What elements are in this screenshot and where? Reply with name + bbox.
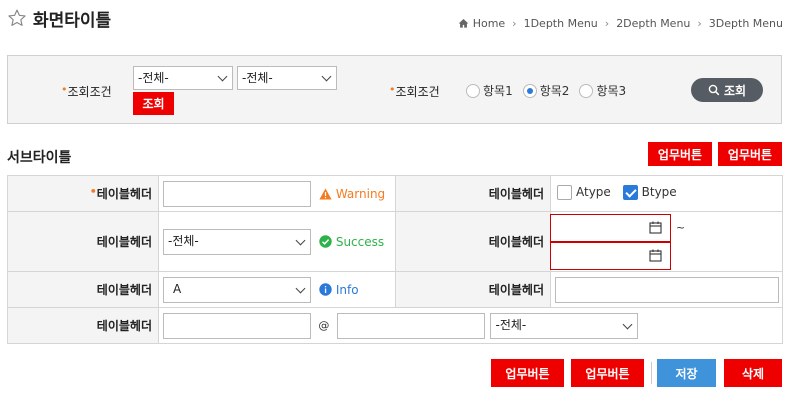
- chevron-down-icon: [295, 283, 306, 293]
- chevron-right-icon: ›: [604, 17, 610, 30]
- breadcrumb-item-2depth[interactable]: 2Depth Menu: [616, 17, 690, 30]
- search-select-2[interactable]: -전체-: [237, 66, 337, 90]
- favorite-star-icon[interactable]: [7, 8, 27, 28]
- chevron-down-icon: [295, 235, 306, 245]
- footer-action-button-1[interactable]: 업무버튼: [491, 359, 564, 387]
- table-header-cell: 테이블헤더: [395, 175, 551, 212]
- table-header-cell: 테이블헤더: [395, 211, 551, 272]
- save-button[interactable]: 저장: [657, 359, 716, 387]
- page-header: 화면타이틀 Home › 1Depth Menu › 2Depth Menu ›…: [0, 0, 795, 40]
- chevron-right-icon: ›: [697, 17, 702, 30]
- checkbox-box-checked[interactable]: [622, 184, 638, 200]
- form-row: 테이블헤더 -전체- Success 테이블헤더 ~: [7, 211, 783, 272]
- table-header-cell: 테이블헤더: [7, 271, 159, 308]
- email-domain-input[interactable]: [336, 312, 485, 339]
- breadcrumb-item-home[interactable]: Home: [473, 17, 505, 30]
- chevron-down-icon: [321, 71, 332, 82]
- radio-item-3[interactable]: 항목3: [579, 82, 626, 99]
- search-label-2: •조회조건: [389, 83, 440, 99]
- search-label-1: •조회조건: [61, 83, 112, 99]
- warning-status: Warning: [319, 187, 385, 201]
- radio-item-1[interactable]: 항목1: [466, 82, 513, 99]
- text-input[interactable]: [163, 180, 311, 207]
- table-header-cell: 테이블헤더: [7, 307, 159, 344]
- section-action-button-2[interactable]: 업무버튼: [718, 142, 782, 166]
- breadcrumb-item-1depth[interactable]: 1Depth Menu: [524, 17, 598, 30]
- date-from-input[interactable]: [550, 214, 671, 242]
- radio-item-2[interactable]: 항목2: [522, 82, 569, 99]
- email-id-input[interactable]: [163, 312, 311, 339]
- form-table: •테이블헤더 Warning 테이블헤더 Atype Btype 테이블헤더 -…: [7, 175, 783, 344]
- table-cell: @ -전체-: [158, 307, 783, 344]
- form-select[interactable]: -전체-: [163, 228, 311, 255]
- radio-circle-selected[interactable]: [522, 83, 537, 98]
- range-separator: ~: [676, 221, 686, 234]
- checkbox-box[interactable]: [557, 184, 572, 200]
- email-domain-select[interactable]: -전체-: [490, 312, 639, 339]
- inline-search-button[interactable]: 조회: [133, 92, 174, 115]
- at-sign: @: [318, 319, 330, 332]
- warning-icon: [319, 188, 332, 199]
- date-to-input[interactable]: [550, 242, 671, 270]
- form-row: •테이블헤더 Warning 테이블헤더 Atype Btype: [7, 175, 783, 212]
- form-select-a[interactable]: A: [163, 276, 311, 303]
- checkbox-btype[interactable]: Btype: [622, 184, 677, 200]
- home-icon[interactable]: [458, 18, 469, 29]
- check-circle-icon: [319, 235, 332, 248]
- section-action-button-1[interactable]: 업무버튼: [648, 142, 712, 166]
- required-mark: •: [61, 83, 68, 96]
- form-row: 테이블헤더 A Info 테이블헤더: [7, 271, 783, 308]
- chevron-down-icon: [623, 319, 633, 329]
- chevron-down-icon: [217, 71, 228, 82]
- required-mark: •: [389, 83, 396, 96]
- radio-group: 항목1 항목2 항목3: [466, 82, 636, 99]
- radio-circle[interactable]: [579, 83, 594, 98]
- form-row: 테이블헤더 @ -전체-: [7, 307, 783, 344]
- success-status: Success: [319, 235, 384, 249]
- required-mark: •: [89, 185, 97, 198]
- page-title: 화면타이틀: [33, 11, 112, 31]
- calendar-icon[interactable]: [649, 249, 662, 262]
- footer-action-button-2[interactable]: 업무버튼: [571, 359, 644, 387]
- search-icon: [708, 84, 720, 96]
- radio-circle[interactable]: [466, 83, 480, 98]
- info-status: Info: [319, 283, 359, 297]
- section-subtitle: 서브타이틀: [7, 150, 72, 166]
- search-select-1[interactable]: -전체-: [133, 66, 233, 90]
- breadcrumb: Home › 1Depth Menu › 2Depth Menu › 3Dept…: [458, 17, 783, 30]
- search-panel: •조회조건 -전체- -전체- 조회 •조회조건 항목1 항목2 항목3 조회: [7, 55, 782, 124]
- table-cell: Atype Btype: [550, 175, 783, 212]
- delete-button[interactable]: 삭제: [724, 359, 782, 387]
- calendar-icon[interactable]: [649, 221, 662, 234]
- table-cell: [550, 271, 783, 308]
- text-input[interactable]: [555, 276, 779, 303]
- table-header-cell: 테이블헤더: [395, 271, 551, 308]
- table-cell: A Info: [158, 271, 396, 308]
- table-header-cell: •테이블헤더: [7, 175, 159, 212]
- table-cell: ~: [550, 211, 783, 272]
- table-header-cell: 테이블헤더: [7, 211, 159, 272]
- divider: [651, 362, 652, 384]
- table-cell: Warning: [158, 175, 396, 212]
- breadcrumb-item-3depth[interactable]: 3Depth Menu: [709, 17, 783, 30]
- info-icon: [319, 283, 332, 296]
- chevron-right-icon: ›: [512, 17, 517, 30]
- search-button[interactable]: 조회: [691, 78, 763, 102]
- table-cell: -전체- Success: [158, 211, 396, 272]
- checkbox-atype[interactable]: Atype: [557, 184, 611, 200]
